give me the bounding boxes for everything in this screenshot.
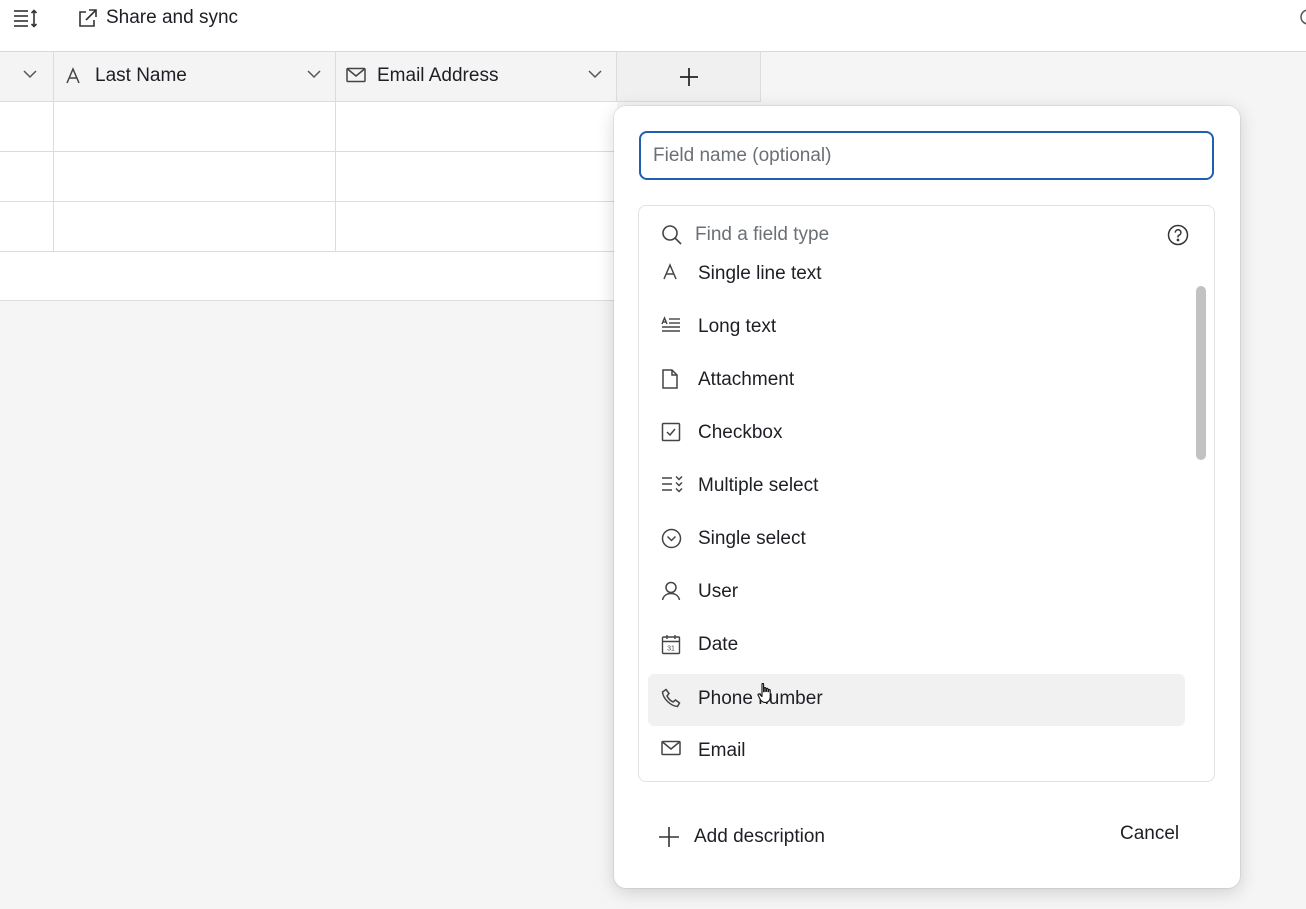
field-type-label: Checkbox: [698, 422, 783, 443]
table-row[interactable]: [0, 202, 617, 252]
add-field-button[interactable]: [617, 52, 761, 101]
column-header-label: Email Address: [377, 65, 499, 86]
hand-pointer-cursor-icon: [757, 682, 775, 704]
table-cell[interactable]: [54, 202, 336, 251]
field-type-email[interactable]: Email: [639, 722, 1214, 775]
table-row[interactable]: [0, 102, 617, 152]
add-description-button[interactable]: Add description: [658, 823, 825, 851]
checkbox-icon: [661, 422, 681, 442]
column-header-last-name[interactable]: Last Name: [54, 52, 336, 101]
table-cell[interactable]: [336, 102, 617, 151]
field-type-label: Long text: [698, 316, 777, 337]
grid-header: Last Name Email Address: [0, 52, 761, 102]
user-icon: [661, 581, 681, 601]
add-record-row[interactable]: [0, 252, 617, 301]
table-cell[interactable]: [336, 152, 617, 201]
field-type-picker: Single line text Long text Attachment Ch…: [638, 205, 1215, 782]
help-icon[interactable]: [1167, 224, 1189, 246]
table-cell[interactable]: [336, 202, 617, 251]
plus-icon: [658, 826, 680, 848]
grid-body: [0, 102, 617, 301]
column-header-email-address[interactable]: Email Address: [336, 52, 617, 101]
svg-text:31: 31: [667, 646, 675, 653]
field-type-multiple-select[interactable]: Multiple select: [639, 457, 1214, 510]
table-cell[interactable]: [54, 152, 336, 201]
search-icon: [661, 224, 683, 246]
field-type-label: Multiple select: [698, 475, 819, 496]
field-name-input[interactable]: [639, 131, 1214, 180]
attachment-icon: [661, 369, 679, 389]
field-type-label: Date: [698, 634, 739, 655]
field-type-date[interactable]: 31 Date: [639, 616, 1214, 669]
edge-partial-icon[interactable]: [1296, 8, 1306, 26]
single-select-icon: [661, 528, 682, 549]
share-and-sync-label: Share and sync: [106, 7, 239, 28]
field-type-single-line-text[interactable]: Single line text: [639, 250, 1214, 298]
long-text-icon: [661, 316, 681, 334]
field-type-list: Single line text Long text Attachment Ch…: [639, 250, 1214, 775]
field-type-label: Email: [698, 740, 746, 761]
field-type-search: [639, 218, 1214, 252]
field-type-checkbox[interactable]: Checkbox: [639, 404, 1214, 457]
field-type-search-input[interactable]: [695, 220, 1135, 250]
table-cell[interactable]: [0, 102, 54, 151]
column-header-label: Last Name: [95, 65, 187, 86]
single-line-text-icon: [64, 67, 82, 85]
field-type-label: User: [698, 581, 739, 602]
table-cell[interactable]: [54, 102, 336, 151]
multiple-select-icon: [661, 475, 683, 493]
plus-icon: [679, 67, 699, 87]
field-type-label: Attachment: [698, 369, 795, 390]
share-and-sync-button[interactable]: Share and sync: [77, 4, 238, 32]
email-icon: [661, 740, 681, 756]
field-type-long-text[interactable]: Long text: [639, 298, 1214, 351]
column-header-partial[interactable]: [0, 52, 54, 101]
calendar-icon: 31: [661, 634, 681, 655]
table-cell[interactable]: [0, 152, 54, 201]
add-field-popup: Single line text Long text Attachment Ch…: [614, 106, 1240, 888]
chevron-down-icon[interactable]: [22, 69, 38, 79]
table-cell[interactable]: [0, 202, 54, 251]
single-line-text-icon: [661, 263, 679, 281]
field-type-label: Single select: [698, 528, 806, 549]
external-link-icon: [77, 8, 98, 29]
toolbar: Share and sync: [0, 0, 1306, 52]
row-height-icon[interactable]: [13, 7, 39, 29]
cancel-button[interactable]: Cancel: [1120, 823, 1179, 851]
field-type-attachment[interactable]: Attachment: [639, 351, 1214, 404]
field-type-phone-number[interactable]: Phone number: [639, 669, 1214, 726]
field-type-single-select[interactable]: Single select: [639, 510, 1214, 563]
add-description-label: Add description: [694, 826, 825, 847]
table-row[interactable]: [0, 152, 617, 202]
phone-icon: [661, 688, 681, 708]
field-type-scrollbar[interactable]: [1196, 286, 1206, 460]
chevron-down-icon[interactable]: [587, 69, 603, 79]
chevron-down-icon[interactable]: [306, 69, 322, 79]
email-icon: [346, 67, 366, 83]
field-type-label: Single line text: [698, 263, 822, 284]
field-type-user[interactable]: User: [639, 563, 1214, 616]
